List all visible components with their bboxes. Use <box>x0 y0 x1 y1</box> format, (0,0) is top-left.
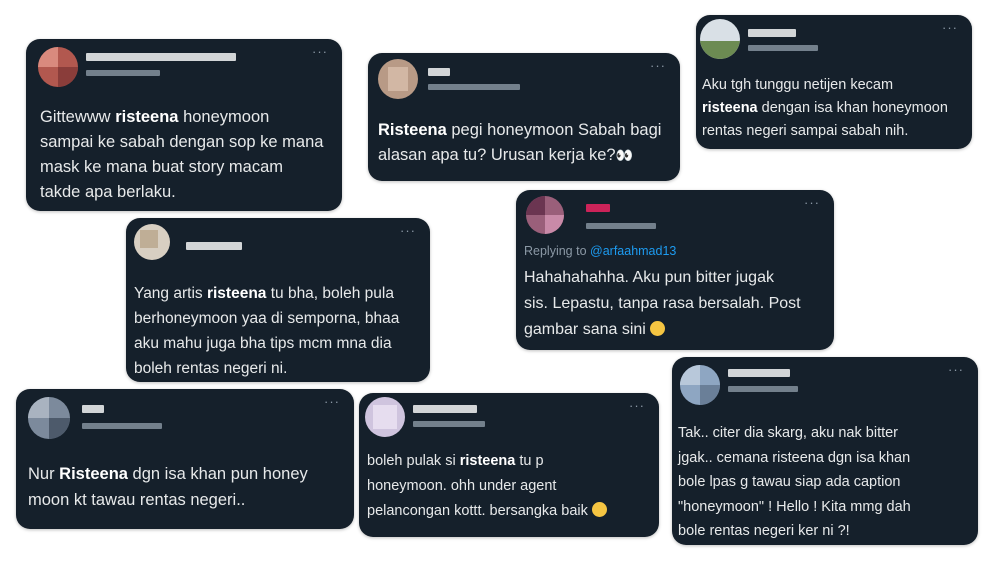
highlight-keyword: risteena <box>459 453 516 469</box>
username-blurred[interactable] <box>82 423 162 429</box>
eyes-emoji-icon: 👀 <box>615 147 633 163</box>
more-options-icon[interactable]: ··· <box>942 21 958 34</box>
tweet-text: Risteena pegi honeymoon Sabah bagi alasa… <box>378 118 674 168</box>
display-name-blurred[interactable] <box>186 242 242 250</box>
text-before: boleh pulak si <box>367 453 460 469</box>
text-before: Nur <box>28 465 60 483</box>
tweet-text: boleh pulak si risteena tu p honeymoon. … <box>367 449 657 524</box>
text-before: Tak.. citer dia skarg, aku nak bitter jg… <box>678 425 911 539</box>
avatar[interactable] <box>700 19 740 59</box>
avatar[interactable] <box>526 196 564 234</box>
tweet-card-7[interactable]: ··· boleh pulak si risteena tu p honeymo… <box>359 393 659 537</box>
reply-handle-link[interactable]: @arfaahmad13 <box>590 244 676 258</box>
avatar[interactable] <box>378 59 418 99</box>
display-name-blurred[interactable] <box>82 405 104 413</box>
tweet-card-5[interactable]: ··· Replying to @arfaahmad13 Hahahahahha… <box>516 190 834 350</box>
more-options-icon[interactable]: ··· <box>312 45 328 58</box>
tweet-text: Nur Risteena dgn isa khan pun honey moon… <box>28 461 348 513</box>
avatar[interactable] <box>680 365 720 405</box>
display-name-blurred[interactable] <box>728 369 790 377</box>
text-before: Aku tgh tunggu netijen kecam <box>702 77 894 93</box>
username-blurred[interactable] <box>428 84 520 90</box>
username-blurred[interactable] <box>748 45 818 51</box>
tweet-card-3[interactable]: ··· Aku tgh tunggu netijen kecam risteen… <box>696 15 972 149</box>
highlight-keyword: Risteena <box>59 465 128 483</box>
text-before: Gittewww <box>40 108 116 126</box>
display-name-blurred[interactable] <box>428 68 450 76</box>
text-before: Yang artis <box>134 285 207 302</box>
display-name-blurred[interactable] <box>413 405 477 413</box>
username-blurred[interactable] <box>728 386 798 392</box>
highlight-keyword: risteena <box>206 285 267 302</box>
tweet-text: Gittewww risteena honeymoon sampai ke sa… <box>40 105 336 205</box>
smirk-emoji-icon <box>650 321 666 336</box>
more-options-icon[interactable]: ··· <box>650 59 666 72</box>
more-options-icon[interactable]: ··· <box>629 399 645 412</box>
more-options-icon[interactable]: ··· <box>324 395 340 408</box>
username-blurred[interactable] <box>413 421 485 427</box>
tweet-card-4[interactable]: ··· Yang artis risteena tu bha, boleh pu… <box>126 218 430 382</box>
username-blurred[interactable] <box>586 223 656 229</box>
more-options-icon[interactable]: ··· <box>400 224 416 237</box>
tweet-text: Hahahahahha. Aku pun bitter jugak sis. L… <box>524 265 830 343</box>
display-name-blurred[interactable] <box>86 53 236 61</box>
username-blurred[interactable] <box>86 70 160 76</box>
highlight-keyword: risteena <box>702 100 758 116</box>
tweet-text: Aku tgh tunggu netijen kecam risteena de… <box>702 74 968 143</box>
thinking-emoji-icon <box>591 502 607 517</box>
highlight-keyword: Risteena <box>378 121 447 139</box>
avatar[interactable] <box>28 397 70 439</box>
display-name-blurred[interactable] <box>586 204 610 212</box>
tweet-card-2[interactable]: ··· Risteena pegi honeymoon Sabah bagi a… <box>368 53 680 181</box>
tweet-text: Yang artis risteena tu bha, boleh pula b… <box>134 281 426 381</box>
reply-prefix: Replying to <box>524 244 591 258</box>
reply-context: Replying to @arfaahmad13 <box>524 244 676 258</box>
display-name-blurred[interactable] <box>748 29 796 37</box>
avatar[interactable] <box>365 397 405 437</box>
tweet-card-1[interactable]: ··· Gittewww risteena honeymoon sampai k… <box>26 39 342 211</box>
more-options-icon[interactable]: ··· <box>804 196 820 209</box>
more-options-icon[interactable]: ··· <box>948 363 964 376</box>
tweet-card-6[interactable]: ··· Nur Risteena dgn isa khan pun honey … <box>16 389 354 529</box>
tweet-card-8[interactable]: ··· Tak.. citer dia skarg, aku nak bitte… <box>672 357 978 545</box>
avatar[interactable] <box>134 224 170 260</box>
avatar[interactable] <box>38 47 78 87</box>
highlight-keyword: risteena <box>115 108 179 126</box>
tweet-text: Tak.. citer dia skarg, aku nak bitter jg… <box>678 421 976 544</box>
